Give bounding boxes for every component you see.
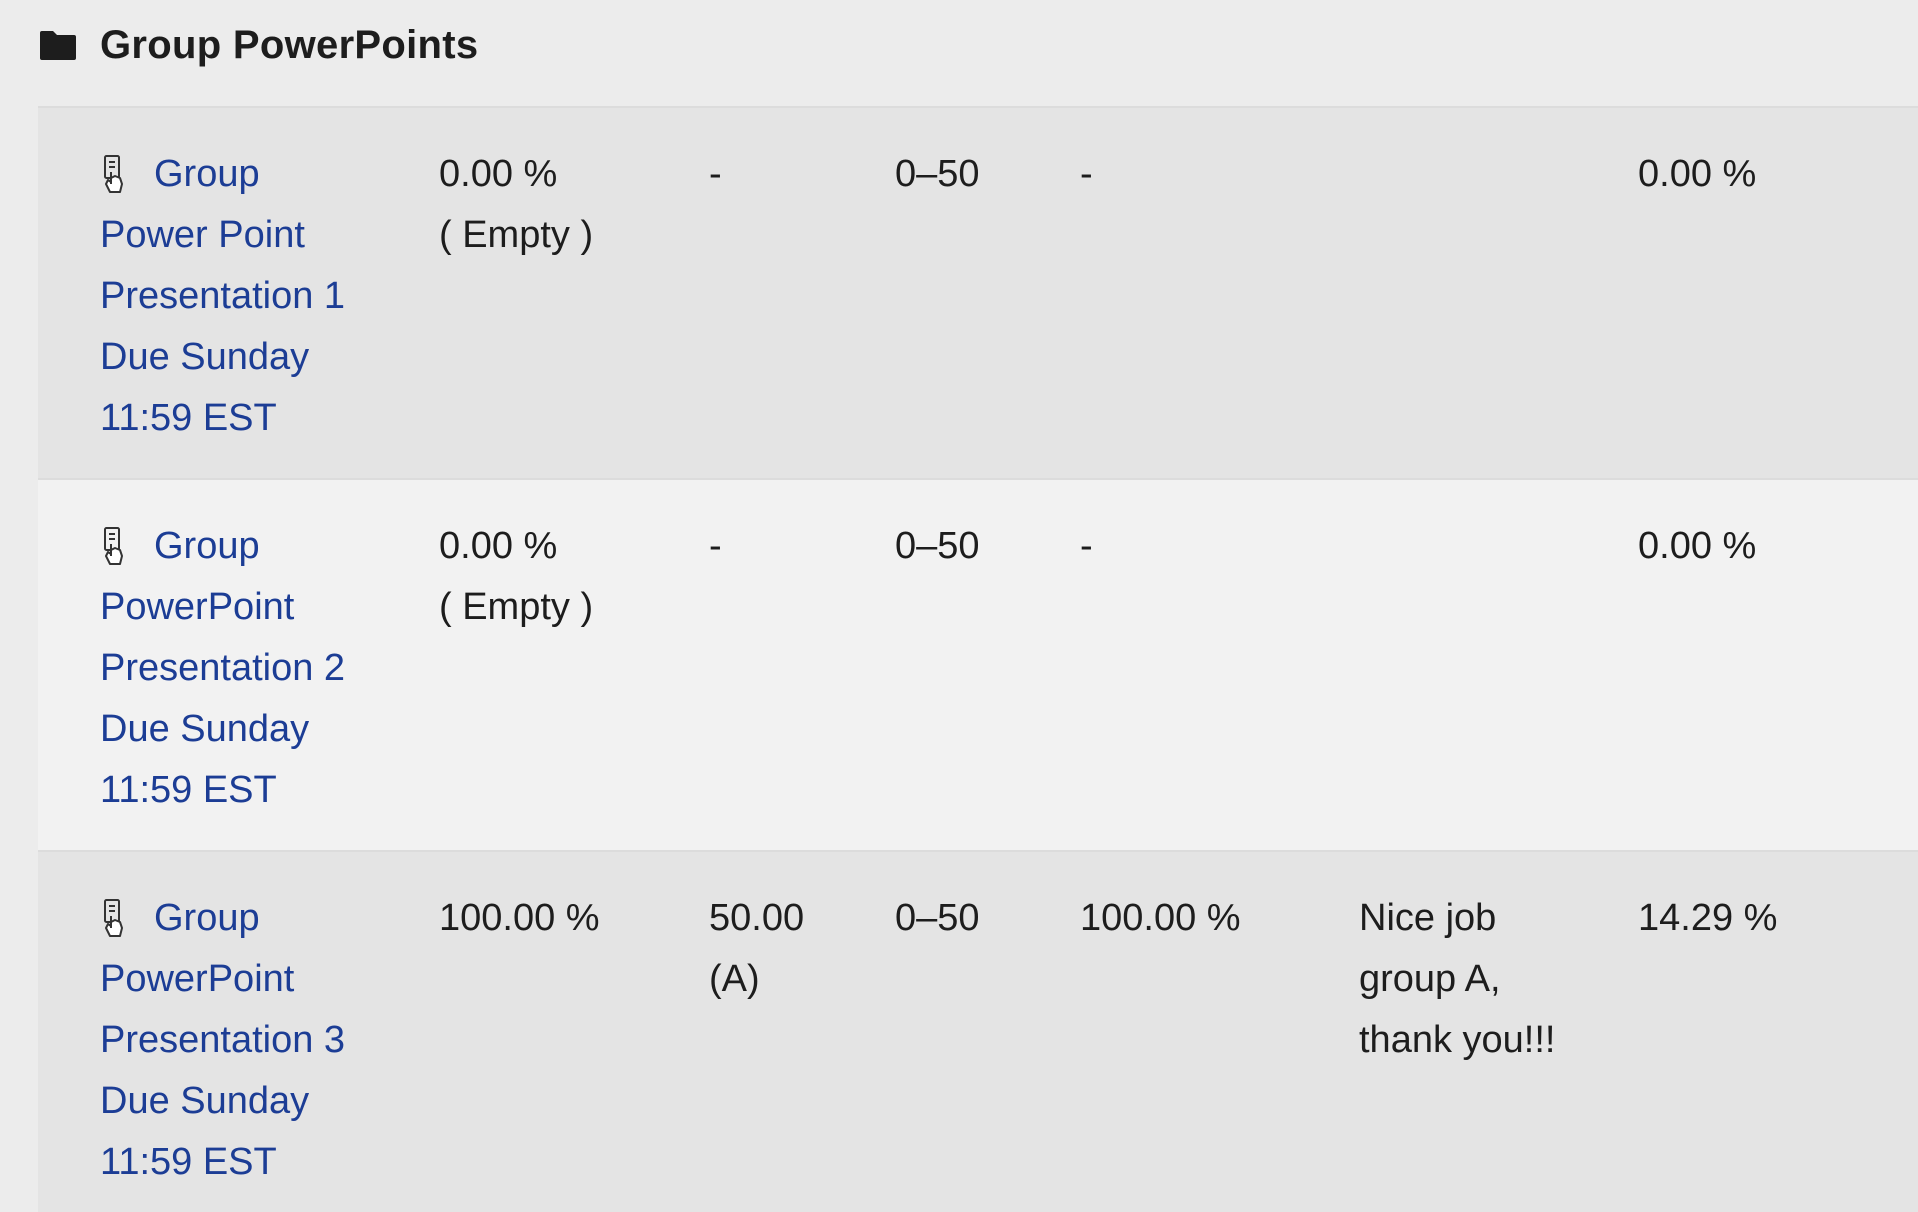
feedback-cell: Nice job group A, thank you!!! [1359, 897, 1556, 1061]
assignment-icon [104, 899, 123, 937]
grade-item-cell: Group Power Point Presentation 1 Due Sun… [100, 144, 420, 449]
grade-cell: 50.00 (A) [709, 897, 805, 1000]
category-title: Group PowerPoints [100, 22, 479, 67]
range-cell: 0–50 [895, 153, 980, 195]
weight-cell: 0.00 % ( Empty ) [439, 153, 594, 256]
folder-icon [40, 31, 76, 60]
percentage-cell: - [1080, 525, 1093, 567]
weight-cell: 100.00 % [439, 897, 600, 939]
grade-item-link[interactable]: Group Power Point Presentation 1 Due Sun… [100, 153, 420, 449]
assignment-icon [104, 527, 123, 565]
grade-item-link[interactable]: Group PowerPoint Presentation 3 Due Sund… [100, 897, 420, 1193]
percentage-cell: - [1080, 153, 1093, 195]
assignment-icon [104, 155, 123, 193]
grade-row: Group PowerPoint Presentation 3 Due Sund… [38, 850, 1918, 1212]
grade-row: Group PowerPoint Presentation 2 Due Sund… [38, 478, 1918, 850]
range-cell: 0–50 [895, 525, 980, 567]
percentage-cell: 100.00 % [1080, 897, 1241, 939]
contribution-cell: 0.00 % [1638, 153, 1757, 195]
grader-report-page: Group PowerPoints Group Power Point Pres… [0, 0, 1918, 1212]
range-cell: 0–50 [895, 897, 980, 939]
contribution-cell: 0.00 % [1638, 525, 1757, 567]
category-header: Group PowerPoints [38, 18, 478, 72]
grade-row: Group Power Point Presentation 1 Due Sun… [38, 106, 1918, 478]
grade-item-link[interactable]: Group PowerPoint Presentation 2 Due Sund… [100, 525, 420, 821]
grade-table: Group Power Point Presentation 1 Due Sun… [38, 106, 1918, 1212]
grade-cell: - [709, 525, 722, 567]
contribution-cell: 14.29 % [1638, 897, 1778, 939]
grade-item-cell: Group PowerPoint Presentation 3 Due Sund… [100, 888, 420, 1193]
weight-cell: 0.00 % ( Empty ) [439, 525, 594, 628]
grade-item-cell: Group PowerPoint Presentation 2 Due Sund… [100, 516, 420, 821]
grade-cell: - [709, 153, 722, 195]
